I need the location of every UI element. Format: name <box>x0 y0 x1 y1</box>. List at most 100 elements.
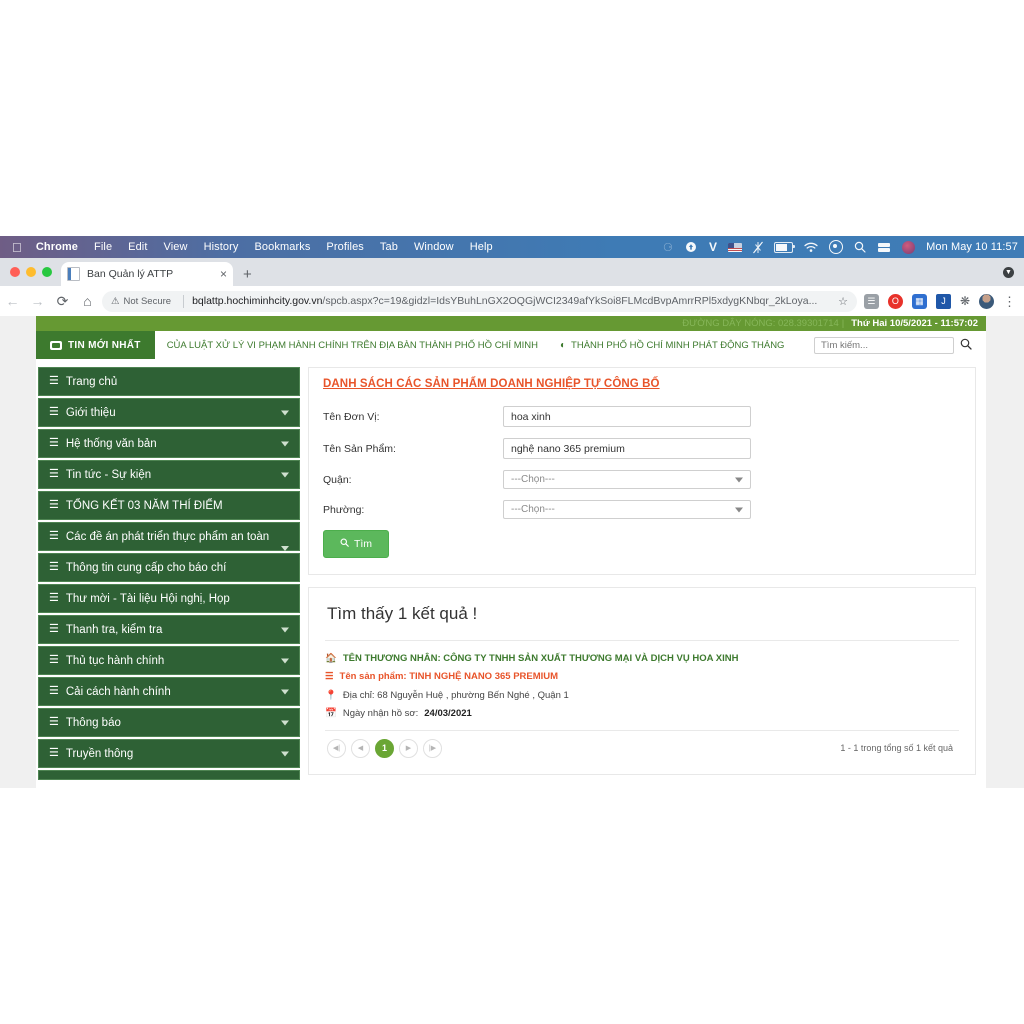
extensions-puzzle-icon[interactable]: ❋ <box>960 294 970 308</box>
reload-button[interactable]: ⟳ <box>50 293 75 310</box>
menu-edit[interactable]: Edit <box>128 241 147 253</box>
sidebar-item-thanh-tra-kiem-tra[interactable]: ☰ Thanh tra, kiểm tra <box>38 615 300 644</box>
new-tab-button[interactable]: + <box>243 267 252 282</box>
window-traffic-lights[interactable] <box>10 267 52 277</box>
close-tab-icon[interactable]: × <box>220 268 227 280</box>
sidebar-item-label: Hệ thống văn bản <box>65 437 157 450</box>
list-icon: ☰ <box>49 437 59 449</box>
battery-charging-icon[interactable] <box>774 241 796 253</box>
maximize-window-button[interactable] <box>42 267 52 277</box>
sidebar-item-truyen-thong[interactable]: ☰ Truyền thông <box>38 739 300 768</box>
sidebar-item-tin-tuc-su-kien[interactable]: ☰ Tin tức - Sự kiện <box>38 460 300 489</box>
omnibox-divider <box>183 294 185 308</box>
sidebar-item-label: Thông báo <box>65 716 121 729</box>
sidebar-item-gioi-thieu[interactable]: ☰ Giới thiệu <box>38 398 300 427</box>
letter-v-icon[interactable]: V <box>709 240 717 254</box>
sidebar-item-trang-chu[interactable]: ☰ Trang chủ <box>38 367 300 396</box>
blue-bookmark-icon[interactable]: J <box>935 293 951 309</box>
pagination-first-button[interactable]: ◀| <box>327 738 346 758</box>
chevron-down-icon[interactable] <box>281 410 289 415</box>
us-flag-icon[interactable] <box>728 242 743 252</box>
menu-help[interactable]: Help <box>470 241 493 253</box>
ticker-item-1[interactable]: CỦA LUẬT XỬ LÝ VI PHẠM HÀNH CHÍNH TRÊN Đ… <box>167 340 538 351</box>
ticker-item-2[interactable]: ◐ THÀNH PHỐ HỒ CHÍ MINH PHÁT ĐỘNG THÁNG <box>560 340 784 351</box>
sidebar-item-tong-ket-03-nam[interactable]: ☰ TỔNG KẾT 03 NĂM THÍ ĐIỂM <box>38 491 300 520</box>
result-merchant: 🏠 TÊN THƯƠNG NHÂN: CÔNG TY TNHH SẢN XUẤT… <box>325 653 959 664</box>
sidebar-item-he-thong-van-ban[interactable]: ☰ Hệ thống văn bản <box>38 429 300 458</box>
list-icon: ☰ <box>49 530 59 542</box>
spotlight-search-icon[interactable] <box>854 241 866 253</box>
chevron-down-icon[interactable] <box>281 546 289 551</box>
sidebar-item-thu-moi[interactable]: ☰ Thư mời - Tài liệu Hội nghị, Họp <box>38 584 300 613</box>
search-icon[interactable] <box>960 338 972 353</box>
list-icon: ☰ <box>49 499 59 511</box>
back-button[interactable]: ← <box>0 293 25 309</box>
menu-bookmarks[interactable]: Bookmarks <box>255 241 311 253</box>
search-submit-button[interactable]: Tìm <box>323 530 389 558</box>
control-center-icon[interactable] <box>829 240 844 254</box>
downloads-indicator-icon[interactable]: ▼ <box>1003 267 1014 278</box>
select-phuong[interactable]: ---Chọn--- <box>503 500 751 519</box>
chevron-down-icon[interactable] <box>281 441 289 446</box>
hotline-bar: ĐƯỜNG DÂY NÓNG: 028.39301714 | Thứ Hai 1… <box>36 316 986 331</box>
kebab-menu-icon[interactable]: ⋮ <box>1003 295 1016 308</box>
list-icon: ☰ <box>49 747 59 759</box>
cloud-upload-icon[interactable] <box>684 242 698 252</box>
result-date: 📅 Ngày nhận hồ sơ: 24/03/2021 <box>325 708 959 719</box>
bookmark-star-icon[interactable]: ☆ <box>838 295 848 308</box>
close-window-button[interactable] <box>10 267 20 277</box>
dots-circle-icon[interactable]: ⚆ <box>663 241 673 254</box>
apple-logo-icon[interactable]:  <box>12 241 22 254</box>
sidebar-item-thong-tin-bao-chi[interactable]: ☰ Thông tin cung cấp cho báo chí <box>38 553 300 582</box>
site-search <box>814 331 986 359</box>
sidebar-item-cai-cach-hanh-chinh[interactable]: ☰ Cải cách hành chính <box>38 677 300 706</box>
chevron-down-icon[interactable] <box>281 658 289 663</box>
bluetooth-off-icon[interactable] <box>753 241 764 254</box>
select-quan[interactable]: ---Chọn--- <box>503 470 751 489</box>
home-button[interactable]: ⌂ <box>75 293 100 309</box>
input-ten-san-pham[interactable] <box>503 438 751 459</box>
list-icon: ☰ <box>49 623 59 635</box>
minimize-window-button[interactable] <box>26 267 36 277</box>
profile-avatar[interactable] <box>979 293 994 309</box>
pagination-last-button[interactable]: |▶ <box>423 738 442 758</box>
menu-window[interactable]: Window <box>414 241 454 253</box>
sidebar-item-thu-tuc-hanh-chinh[interactable]: ☰ Thủ tục hành chính <box>38 646 300 675</box>
sidebar-item-label: Thư mời - Tài liệu Hội nghị, Họp <box>65 592 230 605</box>
browser-tab[interactable]: Ban Quản lý ATTP × <box>61 262 233 286</box>
address-bar[interactable]: ⚠ Not Secure bqlattp.hochiminhcity.gov.v… <box>102 290 857 312</box>
opera-red-icon[interactable]: O <box>887 293 903 309</box>
puzzle-grey-icon[interactable]: ☰ <box>863 293 879 309</box>
chevron-down-icon[interactable] <box>281 720 289 725</box>
site-search-input[interactable] <box>814 336 954 354</box>
menu-tab[interactable]: Tab <box>380 241 398 253</box>
chevron-down-icon[interactable] <box>281 472 289 477</box>
screen-sharing-icon[interactable] <box>877 242 891 253</box>
list-icon: ☰ <box>325 671 334 683</box>
chevron-down-icon[interactable] <box>281 627 289 632</box>
not-secure-indicator[interactable]: ⚠ Not Secure <box>111 296 171 307</box>
result-date-label: Ngày nhận hồ sơ: <box>342 708 419 720</box>
pagination-page-1[interactable]: 1 <box>375 738 394 758</box>
menu-history[interactable]: History <box>204 241 239 253</box>
menu-file[interactable]: File <box>94 241 112 253</box>
blue-badge-icon[interactable]: ▦ <box>911 293 927 309</box>
forward-button[interactable]: → <box>25 293 50 309</box>
pagination-next-button[interactable]: ▶ <box>399 738 418 758</box>
input-ten-don-vi[interactable] <box>503 406 751 427</box>
chevron-down-icon[interactable] <box>281 751 289 756</box>
menu-view[interactable]: View <box>164 241 188 253</box>
ticker-badge: TIN MỚI NHẤT <box>36 331 155 359</box>
sidebar-item-cac-de-an[interactable]: ☰ Các đề án phát triển thực phẩm an toàn <box>38 522 300 551</box>
user-avatar-icon[interactable] <box>902 240 916 254</box>
chevron-down-icon <box>735 477 743 482</box>
pagination-prev-button[interactable]: ◀ <box>351 738 370 758</box>
chevron-down-icon[interactable] <box>281 689 289 694</box>
menu-chrome[interactable]: Chrome <box>36 241 78 253</box>
wifi-icon[interactable] <box>804 242 818 253</box>
menubar-clock: Mon May 10 11:57 <box>926 241 1018 253</box>
hotline-datetime: Thứ Hai 10/5/2021 - 11:57:02 <box>851 318 978 329</box>
sidebar-item-thong-bao[interactable]: ☰ Thông báo <box>38 708 300 737</box>
chevron-down-icon <box>735 507 743 512</box>
menu-profiles[interactable]: Profiles <box>326 241 363 253</box>
